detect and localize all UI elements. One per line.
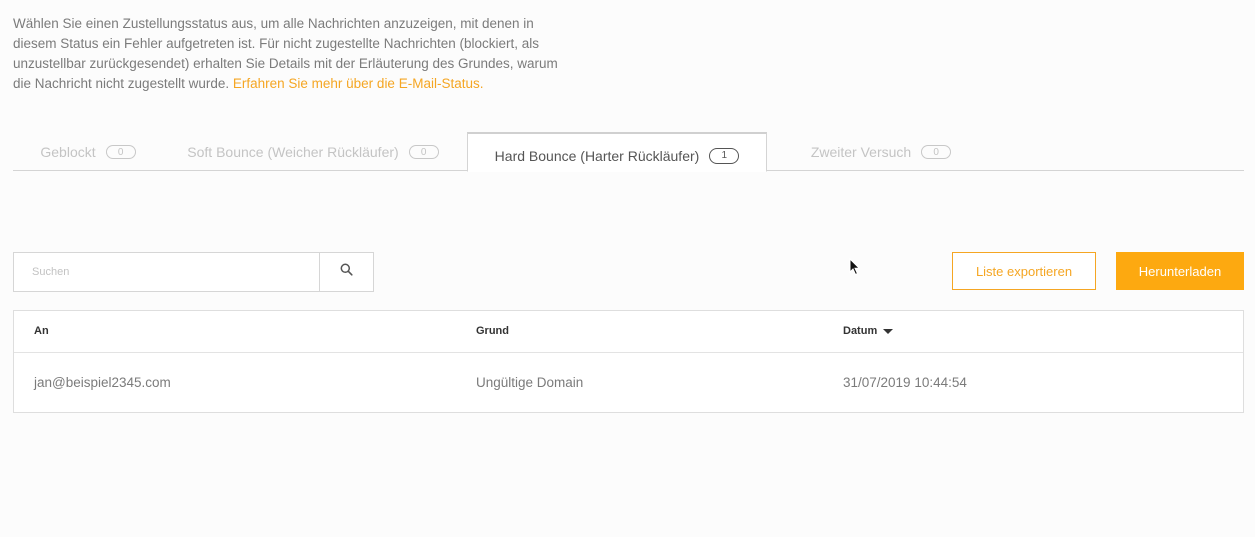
search-icon bbox=[340, 263, 353, 281]
email-status-link[interactable]: Erfahren Sie mehr über die E-Mail-Status… bbox=[233, 76, 484, 91]
cell-recipient: jan@beispiel2345.com bbox=[34, 375, 171, 390]
table-header: An Grund Datum bbox=[14, 311, 1243, 353]
export-list-button[interactable]: Liste exportieren bbox=[952, 252, 1096, 290]
search-input[interactable] bbox=[14, 253, 319, 291]
tab-count-badge: 1 bbox=[709, 147, 740, 164]
search-button[interactable] bbox=[319, 253, 373, 291]
table-row[interactable]: jan@beispiel2345.com Ungültige Domain 31… bbox=[14, 353, 1243, 413]
tab-soft-bounce[interactable]: Soft Bounce (Weicher Rückläufer) 0 bbox=[173, 132, 453, 171]
intro-text: Wählen Sie einen Zustellungsstatus aus, … bbox=[13, 14, 573, 94]
search-box bbox=[13, 252, 374, 292]
tab-label: Soft Bounce (Weicher Rückläufer) bbox=[187, 143, 399, 160]
column-header-an[interactable]: An bbox=[34, 311, 49, 351]
column-header-datum[interactable]: Datum bbox=[843, 311, 894, 351]
tab-count-badge: 0 bbox=[921, 144, 952, 159]
tab-hard-bounce[interactable]: Hard Bounce (Harter Rückläufer) 1 bbox=[467, 132, 767, 172]
tab-label: Hard Bounce (Harter Rückläufer) bbox=[494, 147, 700, 164]
download-button[interactable]: Herunterladen bbox=[1116, 252, 1244, 290]
column-label: An bbox=[34, 325, 49, 337]
status-tabs: Geblockt 0 Soft Bounce (Weicher Rückläuf… bbox=[13, 132, 1244, 172]
cell-reason: Ungültige Domain bbox=[476, 375, 584, 390]
tab-geblockt[interactable]: Geblockt 0 bbox=[13, 132, 163, 171]
tab-label: Geblockt bbox=[40, 143, 96, 160]
tab-count-badge: 0 bbox=[105, 144, 136, 159]
cell-date: 31/07/2019 10:44:54 bbox=[843, 375, 967, 390]
column-label: Datum bbox=[843, 325, 878, 337]
bounce-table: An Grund Datum jan@beispiel2345.com Ungü… bbox=[13, 310, 1244, 413]
sort-descending-icon bbox=[883, 328, 894, 334]
column-label: Grund bbox=[476, 325, 509, 337]
tab-count-badge: 0 bbox=[408, 144, 439, 159]
mouse-cursor-icon bbox=[849, 257, 861, 281]
tab-zweiter-versuch[interactable]: Zweiter Versuch 0 bbox=[781, 132, 981, 171]
tab-label: Zweiter Versuch bbox=[810, 143, 912, 160]
column-header-grund[interactable]: Grund bbox=[476, 311, 509, 351]
